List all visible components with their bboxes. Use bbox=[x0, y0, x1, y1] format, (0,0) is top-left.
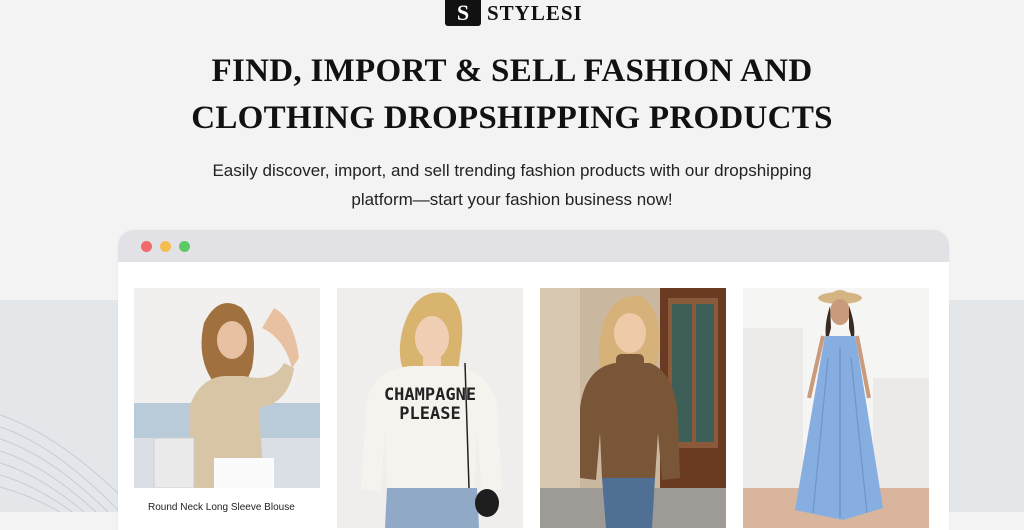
headline-line-1: FIND, IMPORT & SELL FASHION AND bbox=[211, 53, 813, 89]
svg-text:PLEASE: PLEASE bbox=[399, 404, 460, 424]
browser-title-bar bbox=[118, 230, 949, 262]
brand-logo[interactable]: S STYLESI bbox=[445, 0, 583, 26]
product-card[interactable] bbox=[743, 288, 929, 528]
brand-name: STYLESI bbox=[487, 0, 583, 25]
shirt-print-text: CHAMPAGNE bbox=[384, 385, 476, 405]
product-card[interactable]: Round Neck Long Sleeve Blouse bbox=[134, 288, 320, 528]
close-dot-icon bbox=[141, 240, 152, 252]
maximize-dot-icon bbox=[179, 240, 190, 252]
decorative-lines bbox=[0, 414, 130, 512]
product-image-champagne-sweater: CHAMPAGNE PLEASE bbox=[337, 288, 523, 528]
page-subtitle: Easily discover, import, and sell trendi… bbox=[0, 156, 1024, 214]
product-image-beige-blouse bbox=[134, 288, 320, 489]
subtitle-line-1: Easily discover, import, and sell trendi… bbox=[212, 161, 812, 180]
product-title[interactable]: Round Neck Long Sleeve Blouse bbox=[148, 502, 295, 513]
headline-line-2: CLOTHING DROPSHIPPING PRODUCTS bbox=[191, 100, 833, 136]
logo-mark-icon: S bbox=[445, 0, 481, 26]
page-headline: FIND, IMPORT & SELL FASHION AND CLOTHING… bbox=[0, 48, 1024, 142]
product-card[interactable]: CHAMPAGNE PLEASE bbox=[337, 288, 523, 528]
product-image-brown-turtleneck bbox=[540, 288, 726, 528]
product-card[interactable] bbox=[540, 288, 726, 528]
browser-mockup: Round Neck Long Sleeve Blouse CHAMPAGNE … bbox=[118, 230, 949, 530]
product-image-blue-maxi-dress bbox=[743, 288, 929, 528]
subtitle-line-2: platform—start your fashion business now… bbox=[351, 190, 673, 209]
minimize-dot-icon bbox=[160, 240, 171, 252]
